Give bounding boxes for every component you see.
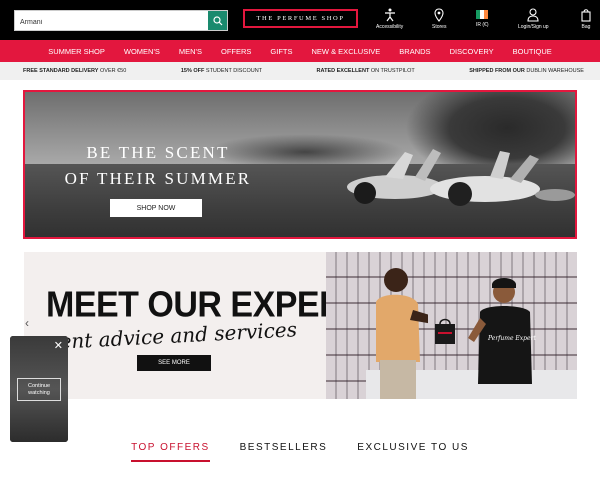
bag-icon [581,9,591,22]
hero-banner[interactable]: BE THE SCENT OF THEIR SUMMER SHOP NOW [23,90,577,239]
shop-now-button[interactable]: SHOP NOW [110,199,202,217]
promo-warehouse[interactable]: SHIPPED FROM OUR DUBLIN WAREHOUSE [469,68,584,74]
stores-label: Stores [432,24,447,30]
tab-exclusive[interactable]: EXCLUSIVE TO US [357,442,469,462]
region-label: IR (€) [476,22,489,28]
accessibility-label: Accessibility [376,24,404,30]
perfume-expert-figure: Perfume Expert [468,278,536,384]
bag-label: Bag [581,24,591,30]
bag-link[interactable]: Bag [581,8,591,30]
svg-text:Perfume Expert: Perfume Expert [487,335,536,342]
store-experts-photo: Perfume Expert [326,252,577,399]
couple-lying-on-grass-image [347,149,575,206]
promo-trustpilot[interactable]: RATED EXCELLENT ON TRUSTPILOT [317,68,415,74]
nav-offers[interactable]: OFFERS [212,47,261,56]
account-label: Login/Sign up [518,24,549,30]
nav-boutique[interactable]: BOUTIQUE [503,47,561,56]
gift-bag-image [435,318,455,344]
nav-new-exclusive[interactable]: NEW & EXCLUSIVE [302,47,390,56]
search-icon [212,15,222,25]
nav-discovery[interactable]: DISCOVERY [440,47,503,56]
ireland-flag-icon [476,10,489,19]
promo-delivery[interactable]: FREE STANDARD DELIVERY OVER €50 [23,68,126,74]
user-icon [527,8,539,22]
nav-brands[interactable]: BRANDS [390,47,440,56]
accessibility-icon [384,8,395,22]
accessibility-link[interactable]: Accessibility [376,8,403,30]
carousel-prev-icon[interactable]: ‹ [25,316,29,330]
continue-watching-button[interactable]: Continue watching [17,378,61,401]
experts-banner[interactable]: MEET OUR EXPERTS scent advice and servic… [24,252,577,399]
main-navigation: SUMMER SHOP WOMEN'S MEN'S OFFERS GIFTS N… [0,40,600,62]
see-more-button[interactable]: SEE MORE [137,355,211,371]
search-button[interactable] [208,11,227,30]
nav-summer-shop[interactable]: SUMMER SHOP [39,47,115,56]
hero-headline: BE THE SCENT OF THEIR SUMMER [64,143,252,188]
video-popup[interactable]: ✕ Continue watching [10,336,68,442]
close-icon[interactable]: ✕ [54,339,63,352]
site-logo[interactable]: THE PERFUME SHOP [243,9,358,28]
stores-link[interactable]: Stores [432,8,446,30]
nav-mens[interactable]: MEN'S [169,47,211,56]
location-pin-icon [434,8,444,22]
tab-top-offers[interactable]: TOP OFFERS [131,442,210,462]
search-box [14,10,228,32]
promo-student[interactable]: 15% OFF STUDENT DISCOUNT [181,68,262,74]
site-header: THE PERFUME SHOP Accessibility Stores IR… [0,0,600,40]
search-input[interactable] [15,13,205,32]
product-tabs: TOP OFFERS BESTSELLERS EXCLUSIVE TO US [0,442,600,462]
nav-gifts[interactable]: GIFTS [261,47,302,56]
promo-strip: FREE STANDARD DELIVERY OVER €50 15% OFF … [0,62,600,80]
account-link[interactable]: Login/Sign up [518,8,549,30]
region-selector[interactable]: IR (€) [476,8,489,28]
nav-womens[interactable]: WOMEN'S [114,47,169,56]
customer-figure [376,268,428,399]
tab-bestsellers[interactable]: BESTSELLERS [240,442,328,462]
